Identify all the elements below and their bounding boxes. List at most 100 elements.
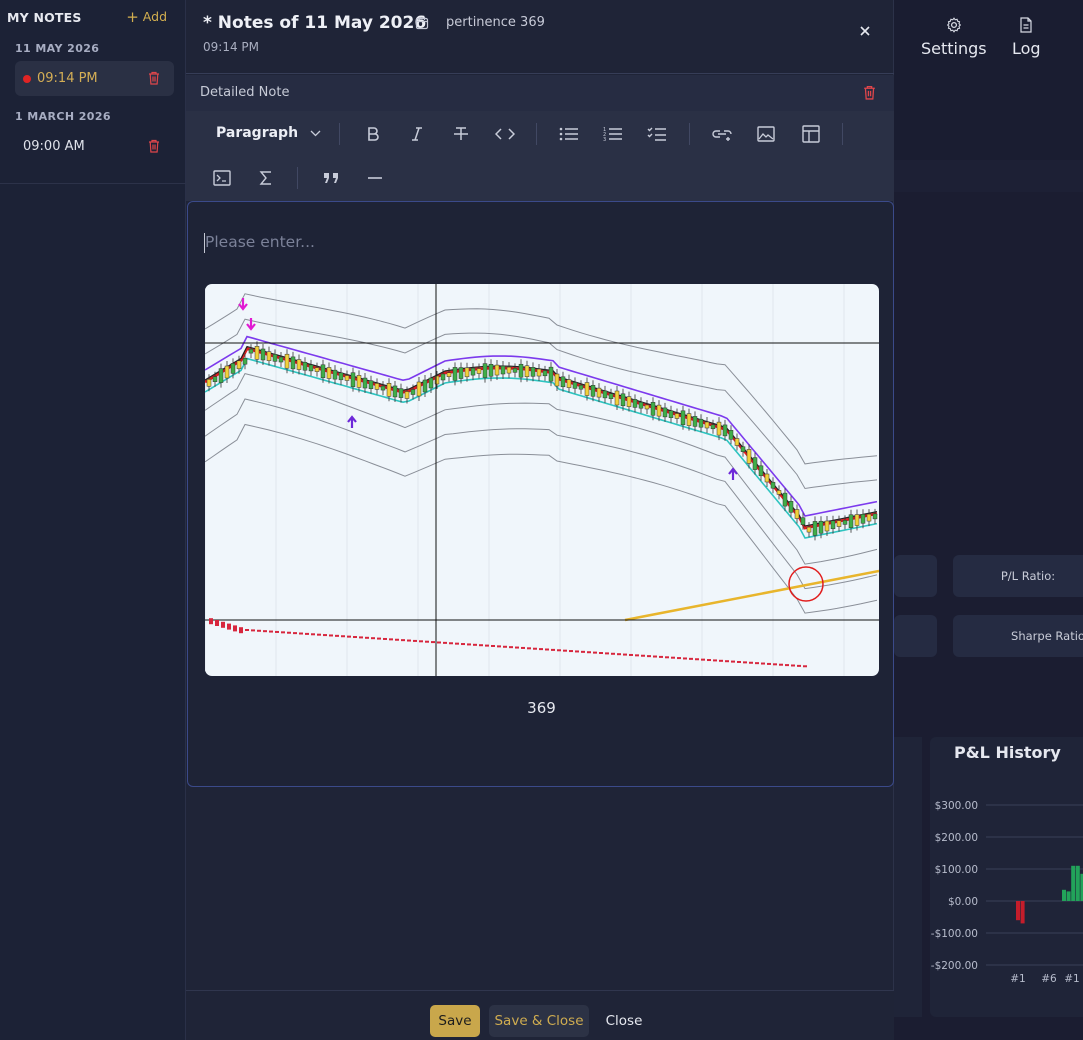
settings-nav[interactable]: Settings	[921, 17, 987, 58]
candle-body	[302, 361, 308, 371]
trash-icon[interactable]	[863, 85, 876, 100]
candle-body	[602, 390, 608, 399]
candle-body	[416, 381, 422, 397]
save-button[interactable]: Save	[430, 1005, 480, 1037]
indicator-bar	[293, 632, 297, 635]
document-icon	[1020, 17, 1032, 33]
indicator-bar	[713, 659, 717, 662]
strikethrough-button[interactable]	[450, 123, 472, 145]
save-and-close-button[interactable]: Save & Close	[489, 1005, 589, 1037]
math-button[interactable]	[255, 167, 277, 189]
image-caption: 369	[527, 699, 556, 717]
note-editor[interactable]: Please enter... 369	[187, 201, 894, 787]
candle-body	[458, 367, 464, 379]
bold-button[interactable]	[362, 123, 384, 145]
calendar-icon[interactable]	[415, 16, 429, 30]
candle-body	[758, 465, 764, 477]
italic-icon	[412, 127, 422, 141]
sigma-icon	[259, 171, 271, 185]
candle-body	[446, 372, 452, 377]
indicator-bar	[719, 659, 723, 662]
candle-body	[236, 360, 242, 370]
trash-icon[interactable]	[148, 139, 160, 153]
indicator-bar	[473, 643, 477, 646]
code-button[interactable]	[494, 123, 516, 145]
indicator-bar	[641, 654, 645, 657]
toolbar-separator	[339, 123, 340, 145]
close-icon[interactable]	[858, 24, 872, 38]
paragraph-dropdown[interactable]: Paragraph	[216, 125, 321, 141]
close-button[interactable]: Close	[598, 1005, 650, 1037]
indicator-bar	[527, 647, 531, 650]
pl-bar	[1016, 901, 1020, 921]
horizontal-rule-button[interactable]	[364, 167, 386, 189]
indicator-bar	[287, 631, 291, 634]
indicator-bar	[365, 636, 369, 639]
indicator-bar	[767, 662, 771, 665]
indicator-bar	[503, 645, 507, 648]
candle-body	[218, 368, 224, 383]
candle-body	[260, 348, 266, 361]
note-list-item[interactable]: 09:14 PM	[15, 61, 174, 96]
chart-card-fragment	[894, 737, 922, 1017]
code-block-button[interactable]	[211, 167, 233, 189]
task-list-button[interactable]	[646, 123, 668, 145]
candle-body	[764, 473, 770, 483]
indicator-bar	[407, 639, 411, 642]
candle-body	[374, 383, 380, 390]
sharpe-ratio-label: Sharpe Ratio	[1011, 629, 1083, 643]
indicator-bar	[587, 651, 591, 654]
candle-body	[716, 421, 722, 436]
indicator-bar	[413, 639, 417, 642]
x-tick-label: #1	[1064, 973, 1079, 985]
blockquote-button[interactable]	[320, 167, 342, 189]
candle-body	[266, 351, 272, 361]
candle-body	[854, 514, 860, 526]
editor-toolbar: Paragraph 123	[186, 111, 894, 201]
candle-body	[860, 514, 866, 524]
link-button[interactable]	[711, 123, 733, 145]
candle-body	[320, 364, 326, 379]
trash-icon[interactable]	[148, 71, 160, 85]
paragraph-dropdown-label: Paragraph	[216, 125, 299, 141]
indicator-bar	[695, 658, 699, 661]
candle-body	[734, 438, 740, 446]
note-list-item[interactable]: 09:00 AM	[15, 129, 174, 164]
ordered-list-icon: 123	[603, 127, 622, 142]
indicator-bar	[305, 632, 309, 635]
table-button[interactable]	[800, 123, 822, 145]
candle-body	[314, 367, 320, 372]
indicator-bar	[371, 637, 375, 640]
moving-average-line	[205, 357, 878, 539]
indicator-bar	[209, 618, 213, 625]
indicator-bar	[485, 644, 489, 647]
candle-body	[848, 514, 854, 528]
indicator-bar	[449, 642, 453, 645]
candle-body	[830, 520, 836, 530]
add-note-button[interactable]: + Add	[126, 9, 167, 24]
candle-body	[614, 390, 620, 406]
ordered-list-button[interactable]: 123	[602, 123, 624, 145]
italic-button[interactable]	[406, 123, 428, 145]
indicator-bar	[245, 629, 249, 631]
log-nav[interactable]: Log	[1012, 17, 1041, 58]
candle-body	[518, 363, 524, 378]
embedded-chart-image[interactable]	[205, 284, 879, 676]
candle-body	[398, 388, 404, 398]
code-icon	[495, 128, 515, 140]
toolbar-separator	[297, 167, 298, 189]
image-button[interactable]	[755, 123, 777, 145]
add-note-label: Add	[142, 9, 167, 24]
indicator-bar	[461, 643, 465, 646]
candle-body	[212, 376, 218, 382]
bollinger-band-line	[205, 423, 878, 614]
bullet-list-button[interactable]	[558, 123, 580, 145]
candle-body	[428, 377, 434, 389]
trend-line	[624, 569, 879, 622]
pl-ratio-card: P/L Ratio:	[953, 555, 1083, 597]
candle-body	[872, 513, 878, 520]
candle-body	[362, 377, 368, 389]
bullet-list-icon	[559, 127, 578, 141]
table-icon	[802, 125, 820, 143]
candle-body	[254, 346, 260, 360]
